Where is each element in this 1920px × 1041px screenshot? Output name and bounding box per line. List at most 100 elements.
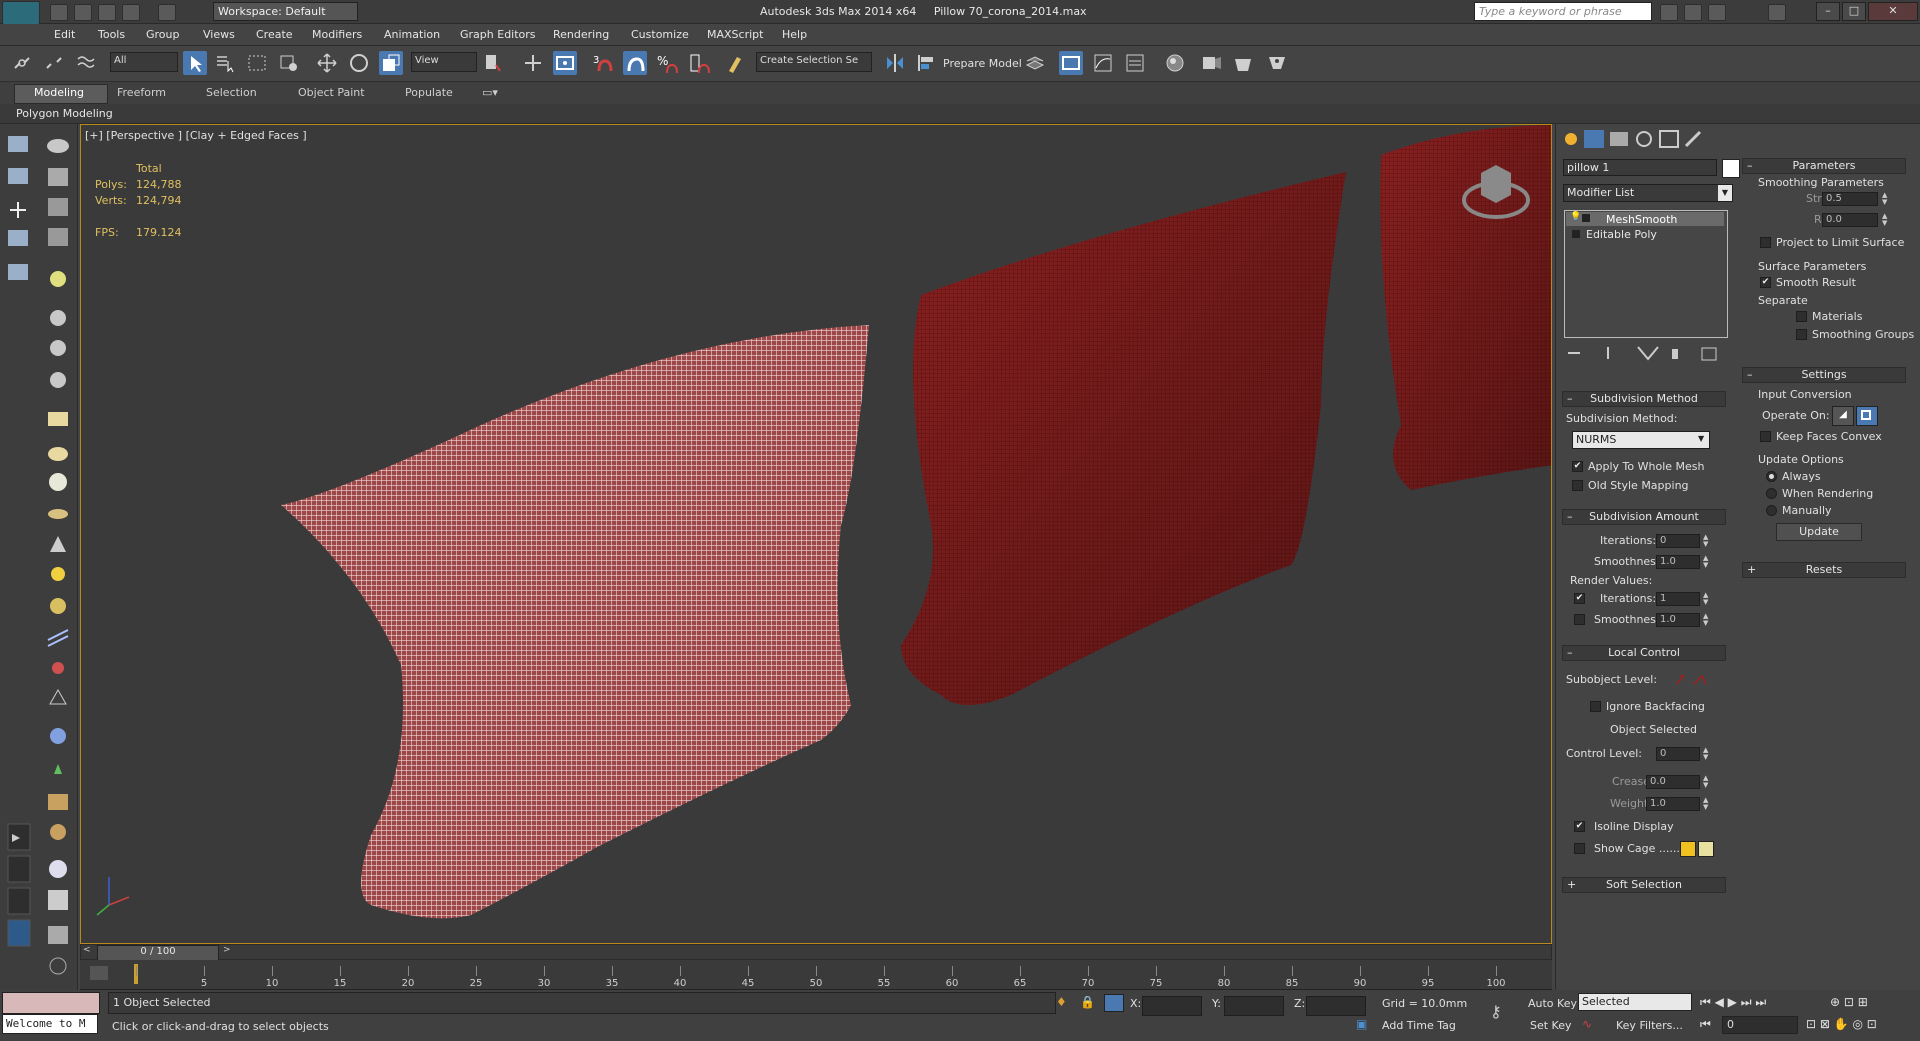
smoothness-input[interactable]: 1.0 xyxy=(1656,555,1700,569)
spinner-snap-icon[interactable] xyxy=(687,51,711,75)
spinner-arrows-icon[interactable]: ▲ ▼ xyxy=(1882,192,1887,206)
window-crossing-icon[interactable] xyxy=(277,51,301,75)
perspective-viewport[interactable]: [+] [Perspective ] [Clay + Edged Faces ]… xyxy=(80,124,1552,944)
polygon-modeling-panel[interactable]: Polygon Modeling xyxy=(0,104,1920,124)
app-logo-icon[interactable] xyxy=(2,1,40,25)
materials-checkbox[interactable] xyxy=(1796,311,1807,322)
pivot-center-icon[interactable] xyxy=(481,51,505,75)
select-and-rotate-icon[interactable] xyxy=(347,51,371,75)
tab-populate[interactable]: Populate xyxy=(405,86,453,99)
tab-selection[interactable]: Selection xyxy=(206,86,257,99)
tab-object-paint[interactable]: Object Paint xyxy=(298,86,365,99)
spinner-arrows-icon[interactable]: ▲ ▼ xyxy=(1703,534,1708,548)
bind-space-warp-icon[interactable] xyxy=(74,51,98,75)
left-toolbar-icons[interactable] xyxy=(0,124,78,994)
cage-selection-color-swatch[interactable] xyxy=(1698,841,1714,857)
subobject-icons[interactable] xyxy=(1672,672,1712,688)
modifier-list-dropdown[interactable]: Modifier List xyxy=(1563,184,1733,202)
chevron-down-icon[interactable]: ▼ xyxy=(1698,434,1704,443)
stack-item-meshsmooth[interactable]: 💡 MeshSmooth xyxy=(1566,212,1724,226)
spinner-arrows-icon[interactable]: ▲ ▼ xyxy=(1703,555,1708,569)
object-name-input[interactable]: pillow 1 xyxy=(1563,159,1717,176)
current-frame-input[interactable]: 0 xyxy=(1722,1016,1798,1034)
y-coordinate-input[interactable] xyxy=(1224,996,1284,1016)
set-key-icon[interactable]: ⚷ xyxy=(1490,1002,1502,1021)
select-and-scale-icon[interactable] xyxy=(379,51,403,75)
go-to-start-icon[interactable]: ⏮ xyxy=(1700,1017,1711,1032)
save-file-icon[interactable] xyxy=(98,4,116,21)
subdivision-method-dropdown[interactable]: NURMS xyxy=(1572,431,1710,449)
soft-selection-rollout[interactable]: + Soft Selection xyxy=(1562,877,1726,893)
isolate-selection-icon[interactable]: ♦ xyxy=(1056,995,1067,1009)
settings-rollout[interactable]: – Settings xyxy=(1742,367,1906,383)
operate-on-polygons-button[interactable] xyxy=(1856,406,1878,426)
expand-icon[interactable] xyxy=(1572,230,1580,238)
mirror-icon[interactable] xyxy=(883,51,907,75)
smooth-result-checkbox[interactable]: ✔ xyxy=(1760,277,1771,288)
menu-modifiers[interactable]: Modifiers xyxy=(312,28,362,41)
ignore-backfacing-checkbox[interactable] xyxy=(1590,701,1601,712)
new-file-icon[interactable] xyxy=(50,4,68,21)
tools-icon[interactable] xyxy=(1684,4,1702,21)
render-production-icon[interactable] xyxy=(1265,51,1289,75)
align-icon[interactable] xyxy=(915,51,939,75)
render-smoothness-checkbox[interactable] xyxy=(1574,614,1585,625)
select-and-link-icon[interactable] xyxy=(10,51,34,75)
render-smoothness-input[interactable]: 1.0 xyxy=(1656,613,1700,627)
resets-rollout[interactable]: + Resets xyxy=(1742,562,1906,578)
toggle-ribbon-icon[interactable] xyxy=(1059,51,1083,75)
always-radio[interactable] xyxy=(1766,471,1777,482)
time-slider-thumb[interactable]: 0 / 100 xyxy=(97,945,219,961)
reference-coordinate-dropdown[interactable]: View xyxy=(411,52,477,72)
rectangular-selection-icon[interactable] xyxy=(245,51,269,75)
object-color-swatch[interactable] xyxy=(1722,159,1740,178)
command-panel-tabs[interactable] xyxy=(1560,128,1720,150)
viewport-nav-bottom[interactable]: ⊡ ⊠ ✋ ◎ ⊡ xyxy=(1806,1017,1877,1031)
select-by-name-icon[interactable] xyxy=(213,51,237,75)
isoline-display-checkbox[interactable]: ✔ xyxy=(1574,821,1585,832)
keyboard-shortcut-override-icon[interactable] xyxy=(553,51,577,75)
subdivision-amount-rollout[interactable]: – Subdivision Amount xyxy=(1562,509,1726,525)
layer-manager-icon[interactable] xyxy=(1023,51,1047,75)
menu-edit[interactable]: Edit xyxy=(54,28,75,41)
menu-animation[interactable]: Animation xyxy=(384,28,440,41)
lock-icon[interactable]: 🔒 xyxy=(1080,995,1095,1009)
control-level-input[interactable]: 0 xyxy=(1656,747,1700,761)
help-icon[interactable] xyxy=(1768,4,1786,21)
old-style-mapping-checkbox[interactable] xyxy=(1572,480,1583,491)
redo-icon[interactable] xyxy=(158,4,176,21)
minimize-button[interactable]: – xyxy=(1816,2,1840,21)
weight-input[interactable]: 1.0 xyxy=(1646,797,1700,811)
track-bar[interactable]: 5 10 15 20 25 30 35 40 45 50 55 60 65 70 75 80 85 90 95 100 xyxy=(80,960,1552,990)
mini-curve-editor-icon[interactable] xyxy=(90,966,108,980)
maximize-button[interactable]: □ xyxy=(1842,2,1866,21)
add-time-tag[interactable]: Add Time Tag xyxy=(1382,1019,1456,1032)
angle-snap-icon[interactable] xyxy=(623,51,647,75)
spinner-arrows-icon[interactable]: ▲ ▼ xyxy=(1703,592,1708,606)
render-iterations-input[interactable]: 1 xyxy=(1656,592,1700,606)
show-cage-checkbox[interactable] xyxy=(1574,843,1585,854)
percent-snap-icon[interactable]: % xyxy=(655,51,679,75)
binoculars-icon[interactable] xyxy=(1660,4,1678,21)
modifier-stack[interactable]: 💡 MeshSmooth Editable Poly xyxy=(1564,210,1728,338)
chevron-down-icon[interactable]: ▼ xyxy=(1718,185,1732,201)
selection-filter-dropdown[interactable]: All xyxy=(110,52,178,72)
time-tag-icon[interactable]: ▣ xyxy=(1356,1017,1367,1031)
previous-frame-icon[interactable]: < xyxy=(83,945,91,955)
cage-color-swatch[interactable] xyxy=(1680,841,1696,857)
unlink-icon[interactable] xyxy=(42,51,66,75)
auto-key-button[interactable]: Auto Key xyxy=(1528,997,1577,1010)
relax-input[interactable]: 0.0 xyxy=(1822,213,1878,227)
menu-views[interactable]: Views xyxy=(203,28,235,41)
apply-whole-mesh-checkbox[interactable]: ✔ xyxy=(1572,461,1583,472)
material-editor-icon[interactable] xyxy=(1163,51,1187,75)
spinner-arrows-icon[interactable]: ▲ ▼ xyxy=(1703,775,1708,789)
key-curve-icon[interactable]: ∿ xyxy=(1582,1017,1592,1031)
when-rendering-radio[interactable] xyxy=(1766,488,1777,499)
spinner-arrows-icon[interactable]: ▲ ▼ xyxy=(1703,613,1708,627)
tab-freeform[interactable]: Freeform xyxy=(117,86,166,99)
key-filters-button[interactable]: Key Filters... xyxy=(1616,1019,1683,1032)
stack-tools[interactable] xyxy=(1564,344,1724,362)
parameters-rollout[interactable]: – Parameters xyxy=(1742,158,1906,174)
strength-input[interactable]: 0.5 xyxy=(1822,192,1878,206)
